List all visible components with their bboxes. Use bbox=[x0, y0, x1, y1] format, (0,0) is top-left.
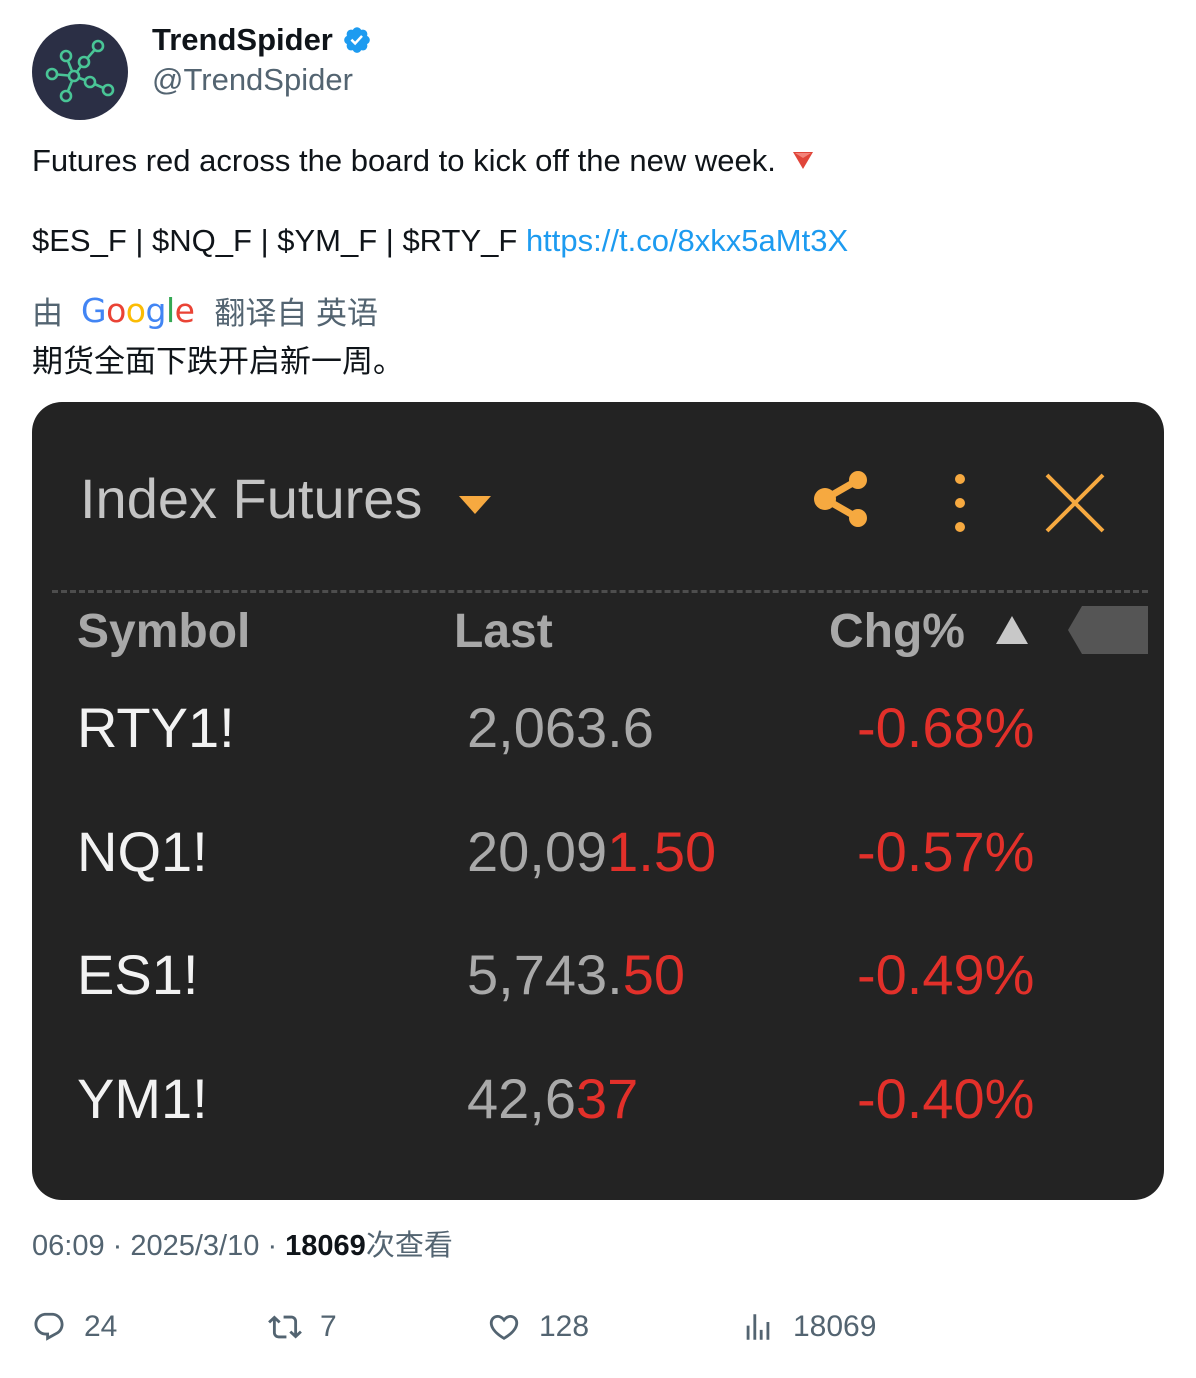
last-price-cell: 20,091.50 bbox=[467, 820, 717, 883]
separator: · bbox=[267, 1230, 286, 1262]
tweet-text-line2: $ES_F | $NQ_F | $YM_F | $RTY_F https://t… bbox=[32, 223, 848, 259]
translate-from-label: 翻译自 英语 bbox=[214, 296, 379, 331]
translation-attribution[interactable]: 由 Google 翻译自 英语 bbox=[32, 288, 378, 333]
tweet-date[interactable]: 2025/3/10 bbox=[130, 1230, 259, 1262]
translate-by-label: 由 bbox=[32, 296, 63, 331]
caret-down-icon bbox=[459, 496, 491, 514]
index-futures-image[interactable]: Index Futures Symbol Last Chg% RTY1! 2,0… bbox=[32, 402, 1164, 1200]
author-display-name[interactable]: TrendSpider bbox=[152, 22, 333, 58]
symbol-cell: RTY1! bbox=[77, 696, 235, 759]
column-header-symbol: Symbol bbox=[77, 605, 251, 658]
symbol-cell: NQ1! bbox=[77, 820, 208, 883]
red-triangle-down-icon bbox=[792, 151, 813, 169]
avatar[interactable] bbox=[32, 24, 128, 120]
close-icon bbox=[1045, 473, 1105, 533]
widget-title: Index Futures bbox=[80, 467, 423, 530]
reply-icon bbox=[34, 1312, 64, 1341]
retweet-icon bbox=[268, 1315, 302, 1339]
like-count: 128 bbox=[539, 1310, 590, 1343]
view-count-label: 次查看 bbox=[365, 1230, 453, 1262]
reply-button[interactable]: 24 bbox=[32, 1310, 117, 1344]
sort-ascending-icon bbox=[996, 616, 1028, 644]
collapse-panel-icon bbox=[1068, 606, 1148, 654]
views-count: 18069 bbox=[793, 1310, 877, 1343]
retweet-button[interactable]: 7 bbox=[268, 1310, 337, 1344]
symbol-cell: YM1! bbox=[77, 1067, 208, 1130]
like-button[interactable]: 128 bbox=[487, 1310, 589, 1344]
author-handle[interactable]: @TrendSpider bbox=[152, 62, 353, 98]
last-price-cell: 2,063.6 bbox=[467, 696, 654, 759]
change-percent-cell: -0.49% bbox=[857, 943, 1035, 1006]
change-percent-cell: -0.68% bbox=[857, 696, 1035, 759]
heart-icon bbox=[489, 1314, 519, 1340]
change-percent-cell: -0.57% bbox=[857, 820, 1035, 883]
tweet-time[interactable]: 06:09 bbox=[32, 1230, 105, 1262]
author-name-row[interactable]: TrendSpider bbox=[152, 22, 372, 58]
separator: · bbox=[112, 1230, 131, 1262]
trendspider-logo-icon bbox=[45, 39, 115, 103]
tweet-text: Futures red across the board to kick off… bbox=[32, 143, 776, 178]
last-price-cell: 42,637 bbox=[467, 1067, 639, 1130]
tweet-link[interactable]: https://t.co/8xkx5aMt3X bbox=[526, 223, 848, 258]
retweet-count: 7 bbox=[320, 1310, 337, 1343]
reply-count: 24 bbox=[84, 1310, 118, 1343]
change-percent-cell: -0.40% bbox=[857, 1067, 1035, 1130]
verified-badge-icon[interactable] bbox=[342, 25, 372, 55]
tweet-text-line1: Futures red across the board to kick off… bbox=[32, 143, 814, 179]
views-button[interactable]: 18069 bbox=[741, 1310, 876, 1344]
analytics-icon bbox=[746, 1314, 770, 1340]
google-logo: Google bbox=[81, 291, 195, 330]
tweet-metadata: 06:09 · 2025/3/10 · 18069次查看 bbox=[32, 1222, 453, 1264]
symbol-cell: ES1! bbox=[77, 943, 199, 1006]
view-count: 18069 bbox=[285, 1230, 366, 1262]
cashtags[interactable]: $ES_F | $NQ_F | $YM_F | $RTY_F bbox=[32, 223, 517, 258]
last-price-cell: 5,743.50 bbox=[467, 943, 685, 1006]
translated-text: 期货全面下跌开启新一周。 bbox=[32, 344, 404, 379]
column-header-chg: Chg% bbox=[829, 605, 965, 658]
more-vertical-icon bbox=[955, 474, 965, 532]
header-divider bbox=[52, 590, 1148, 593]
column-header-last: Last bbox=[454, 605, 553, 658]
share-icon bbox=[814, 471, 867, 527]
